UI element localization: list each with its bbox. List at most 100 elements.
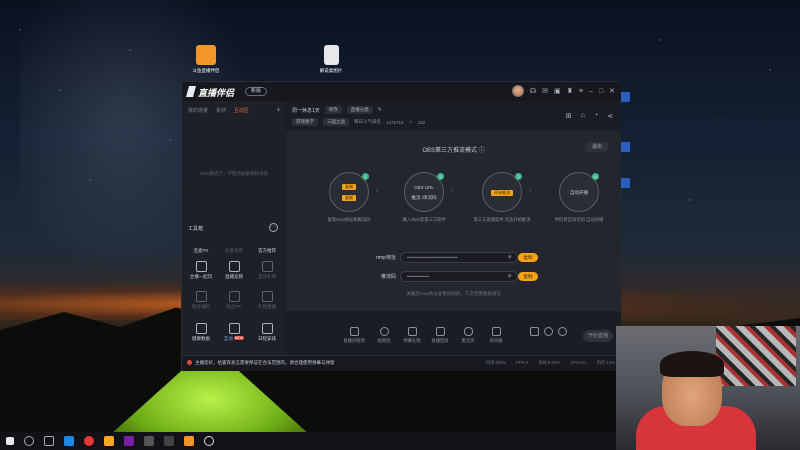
tool-voice[interactable]: 连麦语音 [219,235,249,254]
app-icon-2[interactable] [164,436,174,446]
help-icon[interactable]: ⓘ [479,148,485,154]
replay-icon [435,327,445,336]
add-icon[interactable]: + [276,105,281,114]
replay-button[interactable]: 直播回放 [428,327,452,344]
media-icon[interactable] [124,436,134,446]
arrow-icon: » [451,188,454,194]
obs-steps: 1 复制 复制 复制rtmp地址和推流码 » 2 OBS URL 推流 /串流码… [314,172,604,232]
gamepad-icon [195,261,207,272]
douyu-app-icon [196,45,216,65]
pk-icon [196,235,207,246]
tag-chip[interactable]: 游戏教学 [292,118,318,126]
desktop-icon-douyu[interactable]: 斗鱼直播伴侣 [188,45,224,74]
video-connect-button[interactable]: 视频连 [372,327,396,344]
task-view-icon[interactable] [44,436,54,446]
game-chip[interactable]: 三国之战 [323,118,349,126]
arrow-icon: » [376,188,379,194]
step-2-circle: 2 OBS URL 推流 /串流码 [404,172,444,212]
edge-desktop-icon-2[interactable] [620,142,634,152]
toolbox-title: 工具箱 [188,226,204,232]
maximize-icon[interactable]: □ [599,88,603,95]
microphone-button[interactable]: 麦克风 [456,327,480,344]
room-info-line2: 游戏教学 三国之战 每日人气排名 1476713 ♨ 152 [292,118,425,126]
app-icon [620,92,630,102]
tool-gift[interactable]: 互动礼物 [252,261,282,280]
speaker-button[interactable]: 扬声器 [484,327,508,344]
edge-desktop-icon-1[interactable] [620,92,634,102]
edge-desktop-icon-3[interactable] [620,178,634,188]
tool-health[interactable]: 健康数据 [186,323,216,342]
heart-icon [195,323,207,334]
edit-title-button[interactable]: 修改 [324,106,342,114]
speaker-icon [491,327,501,336]
tool-fan-welfare[interactable]: 粉丝福利 [186,291,216,310]
rtmp-input[interactable]: •••••••••••••••••••••••••••••••• ◉ [400,252,518,263]
left-panel: 我的场景 素材 互动区 + OBS模式下，不能添加素材和场景 工具箱 ⋯ 连麦P… [182,101,286,355]
video-icon [379,327,389,336]
menu-icon[interactable]: ≡ [579,88,583,95]
windows-start-icon[interactable] [6,437,14,445]
danmaku-gift-button[interactable]: 弹幕礼物 [400,327,424,344]
version-switch-button[interactable]: 新版 [245,87,268,96]
step-3: 3 开始推流 第三方直播软件 点击开始推流 [473,172,531,222]
chrome-icon[interactable] [84,436,94,446]
room-title: 周一休息1天 [292,107,320,114]
room-actions: ⊞ ⌂ ◔ ⋖ [566,112,613,120]
app-icon[interactable] [144,436,154,446]
gift-icon[interactable]: ⊞ [566,112,572,120]
shirt-icon[interactable]: ♜ [567,87,573,95]
copy-key-button[interactable]: 复制 [518,272,538,281]
store-icon[interactable]: ⌂ [581,112,585,120]
more-icon[interactable]: ⋯ [269,223,278,232]
mail-icon[interactable]: ✉ [542,87,548,95]
gift-icon [261,261,273,272]
exit-obs-button[interactable]: 退出 [585,142,609,152]
tool-row-4: 健康数据 互动 NEW 日程安排 [186,323,282,342]
edge-icon[interactable] [64,436,74,446]
tool-fan-pk[interactable]: 粉丝PK [219,291,249,310]
eye-icon[interactable]: ◉ [508,272,512,281]
tool-official[interactable]: 官方推荐 [252,235,282,254]
tab-materials[interactable]: 素材 [216,107,226,114]
stream-key-input[interactable]: •••••••••••••• ◉ [400,271,518,282]
tool-pk[interactable]: 连麦PK [186,235,216,254]
eye-icon[interactable]: ◉ [508,253,512,262]
step-3-circle: 3 开始推流 [482,172,522,212]
room-manage-button[interactable]: 直播间管理 [342,327,366,344]
tool-gift-live[interactable]: 礼物直播 [252,291,282,310]
close-icon[interactable]: ✕ [609,87,615,95]
tab-interaction[interactable]: 互动区 [234,107,249,114]
settings-button[interactable] [550,327,574,338]
refresh-hint: 关播后rtmp地址会重新刷新，下次无需重复填写 [406,291,501,296]
pencil-icon[interactable]: ✎ [378,107,382,113]
avatar[interactable] [511,85,524,97]
fan-icon [195,291,207,302]
bell-icon[interactable]: ◔ [594,112,598,120]
copy-rtmp-button[interactable]: 复制 [518,253,538,262]
tool-guess[interactable]: 直播竞猜 [219,261,249,280]
headset-icon[interactable]: ☊ [530,87,536,95]
category-chip[interactable]: 直播分类 [346,106,373,114]
share-icon[interactable]: ⋖ [607,112,613,120]
live-companion-window: 直播伴侣 新版 ☊ ✉ ▣ ♜ ≡ – □ ✕ 我的场景 素材 互动区 + OB… [181,81,621,371]
hot-count: 152 [417,119,426,125]
stream-key-row: 推流码 •••••••••••••• ◉ 复制 [286,271,621,283]
tool-schedule[interactable]: 日程安排 [252,323,282,342]
official-icon [262,235,273,246]
folder-icon[interactable] [104,436,114,446]
tab-scenes[interactable]: 我的场景 [188,107,208,114]
interact-icon [228,323,240,334]
tool-interact[interactable]: 互动 NEW [219,323,249,342]
desktop-icon-file[interactable]: 解说类图片 [313,45,349,74]
start-live-button[interactable]: 开始直播 [583,330,613,342]
obs-taskbar-icon[interactable] [204,436,214,446]
minimize-icon[interactable]: – [589,88,593,95]
search-icon[interactable] [24,436,34,446]
rtmp-row: rtmp地址 •••••••••••••••••••••••••••••••• ◉… [286,252,621,264]
tool-play-together[interactable]: 主播一起玩 [186,261,216,280]
system-notice[interactable]: 主播您好，给嘉宾发言需要保证在合法范围内，请合理使用弹幕与弹窗 [187,360,335,366]
douyu-taskbar-icon[interactable] [184,436,194,446]
app-icon [620,178,630,188]
screen-icon[interactable]: ▣ [554,87,561,95]
titlebar-actions: ☊ ✉ ▣ ♜ ≡ – □ ✕ [511,85,615,97]
